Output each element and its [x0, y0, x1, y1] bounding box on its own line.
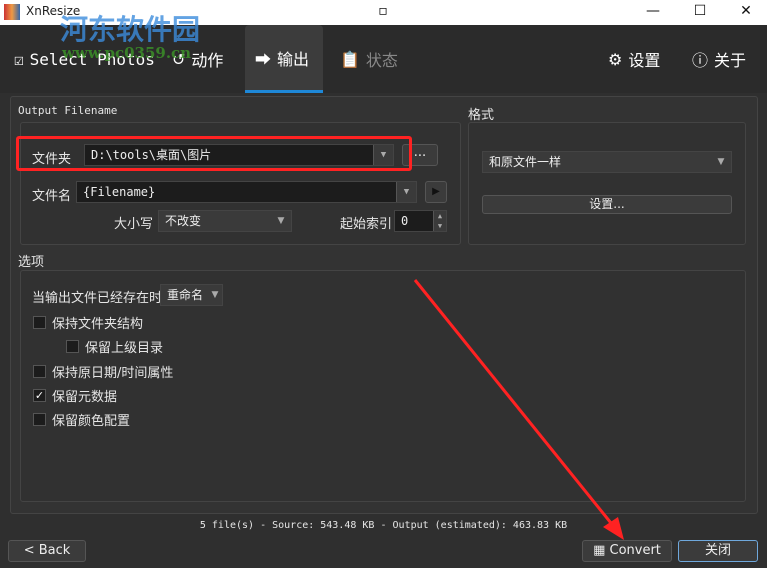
back-button[interactable]: < Back: [8, 540, 86, 562]
convert-icon: ▦: [593, 543, 610, 558]
annotation-arrow: [413, 279, 624, 540]
convert-button[interactable]: ▦ Convert: [582, 540, 672, 562]
status-text: 5 file(s) - Source: 543.48 KB - Output (…: [199, 520, 568, 531]
close-button[interactable]: 关闭: [678, 540, 758, 562]
